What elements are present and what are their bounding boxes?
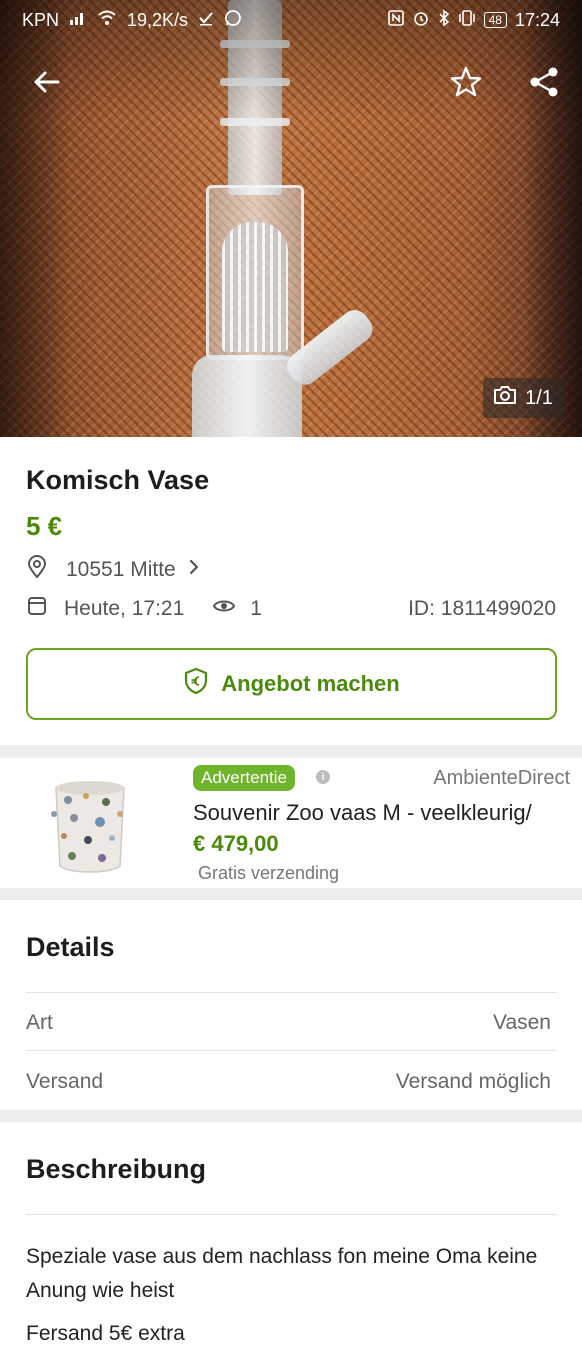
detail-value: Vasen: [493, 1011, 551, 1034]
detail-label: Versand: [26, 1070, 104, 1093]
info-icon[interactable]: i: [316, 770, 330, 784]
description-text: Speziale vase aus dem nachlass fon meine…: [26, 1245, 538, 1302]
ad-price: € 479,00: [193, 831, 279, 856]
section-divider: [0, 745, 582, 758]
location-row[interactable]: 10551 Mitte: [26, 555, 200, 585]
carrier-label: KPN: [22, 9, 60, 30]
description-section: Beschreibung Speziale vase aus dem nachl…: [0, 1122, 582, 1364]
bluetooth-icon: [438, 8, 450, 32]
divider: [26, 992, 557, 993]
detail-label: Art: [26, 1011, 53, 1034]
location-text: 10551 Mitte: [66, 558, 176, 581]
ad-brand[interactable]: AmbienteDirect: [433, 767, 570, 790]
share-button[interactable]: [522, 62, 566, 106]
make-offer-button[interactable]: Angebot machen: [26, 648, 557, 720]
arrow-left-icon: [31, 67, 61, 102]
ad-shipping: Gratis verzending: [198, 863, 340, 883]
photo-glass-percolator: [222, 222, 288, 352]
star-outline-icon: [449, 65, 483, 104]
section-divider: [0, 888, 582, 900]
photo-counter-text: 1/1: [525, 386, 553, 409]
alarm-icon: [412, 9, 430, 32]
favorite-button[interactable]: [444, 62, 488, 106]
chevron-right-icon: [188, 558, 200, 582]
clock-time: 17:24: [514, 9, 560, 30]
eye-icon: [212, 597, 236, 621]
details-section: Details Art Vasen Versand Versand möglic…: [0, 900, 582, 1110]
listing-id: ID: 1811499020: [408, 597, 556, 620]
listing-info: Komisch Vase 5 € 10551 Mitte Heute, 17:2…: [0, 437, 582, 745]
ad-title[interactable]: Souvenir Zoo vaas M - veelkleurig/: [193, 800, 532, 826]
details-heading: Details: [26, 932, 115, 962]
battery-icon: 48: [483, 12, 507, 28]
sponsored-ad[interactable]: Advertentie i AmbienteDirect Souvenir Zo…: [0, 758, 582, 888]
meta-row: Heute, 17:21 1 ID: 1811499020: [26, 595, 556, 623]
detail-row: Versand Versand möglich: [26, 1070, 551, 1094]
description-extra: Fersand 5€ extra: [26, 1322, 185, 1345]
divider: [26, 1214, 557, 1215]
vibrate-icon: [458, 9, 476, 31]
camera-icon: [493, 385, 517, 411]
posted-date: Heute, 17:21: [64, 597, 185, 620]
wifi-icon: [97, 10, 117, 31]
ad-product-image[interactable]: [42, 770, 138, 878]
make-offer-label: Angebot machen: [221, 671, 400, 696]
listing-photo[interactable]: [0, 0, 582, 437]
photo-glass-base: [192, 355, 302, 437]
view-count: 1: [250, 597, 262, 620]
section-divider: [0, 1110, 582, 1122]
detail-row: Art Vasen: [26, 1011, 551, 1035]
nfc-icon: [387, 9, 404, 31]
signal-icon: [69, 10, 87, 31]
back-button[interactable]: [24, 62, 68, 106]
whatsapp-icon: [224, 9, 242, 32]
status-bar: KPN 19,2K/s 48 17:24: [0, 0, 582, 40]
network-speed: 19,2K/s: [127, 9, 189, 30]
location-pin-icon: [26, 555, 48, 585]
detail-value: Versand möglich: [395, 1070, 551, 1093]
euro-shield-icon: [183, 667, 209, 701]
check-icon: [198, 10, 214, 31]
calendar-icon: [26, 595, 48, 623]
listing-title: Komisch Vase: [26, 465, 210, 495]
share-icon: [527, 65, 561, 104]
description-heading: Beschreibung: [26, 1154, 207, 1184]
photo-counter[interactable]: 1/1: [483, 378, 563, 418]
divider: [26, 1050, 557, 1051]
listing-price: 5 €: [26, 511, 63, 541]
ad-badge: Advertentie: [193, 765, 295, 791]
